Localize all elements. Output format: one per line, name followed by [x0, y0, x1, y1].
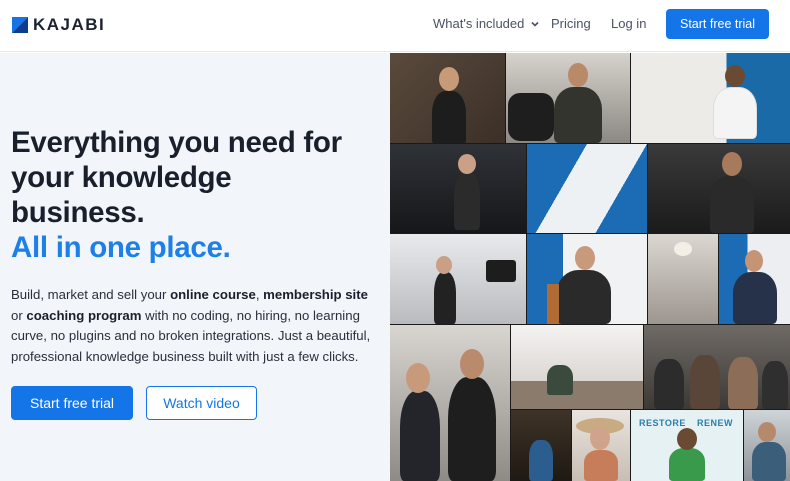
- person-shape: [713, 87, 757, 139]
- desc-text-1: Build, market and sell your: [11, 287, 171, 302]
- nav-whats-included[interactable]: What's included: [433, 16, 540, 31]
- photo-shelves: [511, 410, 571, 481]
- nav-whats-included-label: What's included: [433, 16, 525, 31]
- person-shape: [654, 359, 684, 409]
- photo-blue-stripes: [527, 144, 647, 233]
- banner-renew: RENEW: [697, 418, 733, 428]
- hero-description: Build, market and sell your online cours…: [11, 285, 383, 367]
- header-start-trial-button[interactable]: Start free trial: [666, 9, 769, 39]
- photo-man-side: [744, 410, 790, 481]
- brand-name: KAJABI: [33, 15, 106, 34]
- photo-man-motorcycle: [506, 53, 630, 143]
- person-shape: [710, 176, 754, 233]
- nav-pricing[interactable]: Pricing: [551, 16, 591, 31]
- photo-woman-camera-set: [390, 234, 526, 324]
- start-free-trial-button[interactable]: Start free trial: [11, 386, 133, 420]
- head-shape: [725, 65, 745, 87]
- photo-man-blue-wall: [719, 234, 790, 324]
- head-shape: [758, 422, 776, 442]
- watch-video-button[interactable]: Watch video: [146, 386, 257, 420]
- photo-restore-renew: RESTORE RENEW: [631, 410, 743, 481]
- motorcycle-shape: [508, 93, 554, 141]
- site-header: KAJABI What's included Pricing Log in St…: [0, 0, 790, 52]
- desc-bold-online-course: online course: [170, 287, 256, 302]
- headline-line-1: Everything you need for: [11, 126, 342, 159]
- person-shape: [752, 442, 786, 481]
- person-shape: [432, 91, 466, 143]
- person-shape: [728, 357, 758, 409]
- headline-accent: All in one place.: [11, 231, 231, 264]
- head-shape: [677, 428, 697, 450]
- photo-audience: [644, 325, 790, 409]
- kajabi-logo[interactable]: KAJABI: [12, 14, 105, 36]
- chandelier-shape: [674, 242, 692, 256]
- person-shape: [400, 391, 440, 481]
- hero-headline: Everything you need for your knowledge b…: [11, 125, 381, 265]
- head-shape: [406, 363, 430, 393]
- person-shape: [547, 365, 573, 395]
- chair-shape: [547, 284, 559, 324]
- photo-collage: RESTORE RENEW: [390, 53, 790, 481]
- photo-woman-brick-wall: [390, 53, 505, 143]
- head-shape: [745, 250, 763, 272]
- nav-login[interactable]: Log in: [611, 16, 646, 31]
- photo-woman-studio: [390, 144, 526, 233]
- desc-text-3: or: [11, 307, 27, 323]
- hero-section: Everything you need for your knowledge b…: [0, 53, 390, 481]
- headline-line-2: your knowledge: [11, 161, 232, 194]
- photo-chandelier-room: [648, 234, 718, 324]
- desc-bold-coaching-program: coaching program: [26, 307, 142, 323]
- person-shape: [584, 450, 618, 481]
- person-shape: [529, 440, 553, 481]
- head-shape: [575, 246, 595, 270]
- head-shape: [458, 154, 476, 174]
- head-shape: [722, 152, 742, 176]
- photo-man-glasses-blue: [527, 234, 647, 324]
- person-shape: [557, 270, 611, 324]
- person-shape: [448, 377, 496, 481]
- desc-bold-membership-site: membership site: [263, 287, 368, 302]
- person-shape: [733, 272, 777, 324]
- photo-man-chair-blue: [631, 53, 790, 143]
- person-shape: [434, 272, 456, 324]
- chevron-down-icon: [531, 21, 539, 27]
- head-shape: [460, 349, 484, 379]
- person-shape: [690, 355, 720, 409]
- camera-shape: [486, 260, 516, 282]
- banner-restore: RESTORE: [639, 418, 686, 428]
- person-shape: [669, 448, 705, 481]
- kajabi-logo-icon: [12, 17, 28, 33]
- kitchen-counter: [511, 381, 643, 409]
- photo-kitchen: [511, 325, 643, 409]
- headline-line-3: business.: [11, 196, 145, 229]
- photo-man-dark: [648, 144, 790, 233]
- head-shape: [439, 67, 459, 91]
- head-shape: [590, 426, 610, 450]
- person-shape: [762, 361, 788, 409]
- head-shape: [436, 256, 452, 274]
- head-shape: [568, 63, 588, 87]
- photo-couple: [390, 325, 510, 481]
- person-shape: [554, 87, 602, 143]
- photo-woman-hat: [572, 410, 630, 481]
- person-shape: [454, 172, 480, 230]
